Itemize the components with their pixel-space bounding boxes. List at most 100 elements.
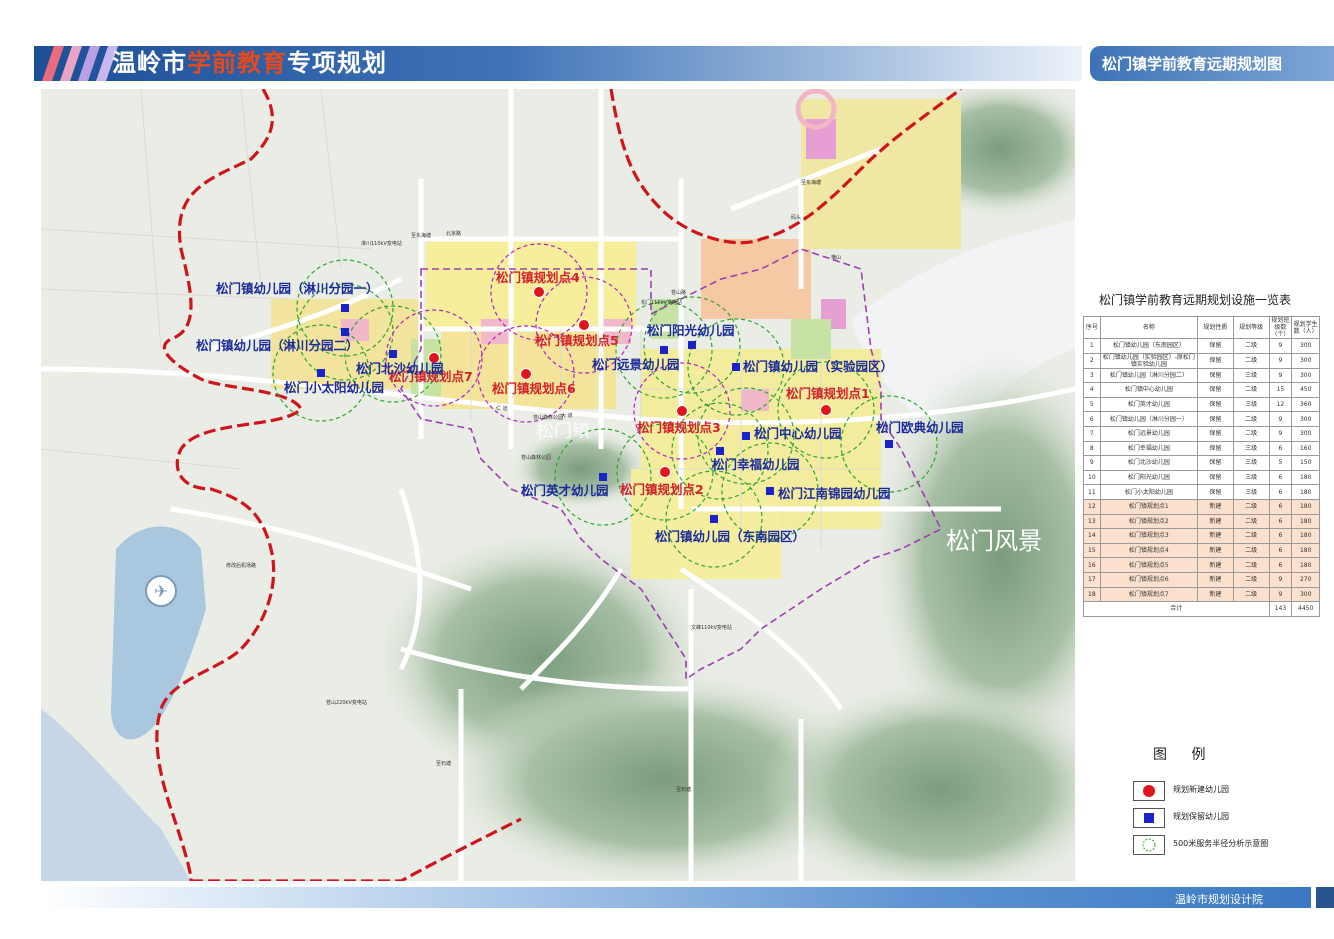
table-cell: 三级 [1232, 440, 1270, 457]
red-circle-icon [1133, 781, 1165, 801]
table-cell: 6 [1268, 484, 1293, 500]
new-kindergarten-marker[interactable] [659, 466, 671, 478]
road-label: 大 道 [561, 412, 573, 419]
kept-kindergarten-marker[interactable] [341, 304, 349, 312]
kept-kindergarten-marker[interactable] [885, 440, 893, 448]
table-cell: 6 [1268, 557, 1293, 573]
table-cell: 松门镇规划点3 [1099, 528, 1199, 544]
table-row: 14 松门镇规划点3 新建 二级 6 180 [1083, 528, 1320, 544]
table-cell: 保留 [1197, 382, 1234, 398]
table-cell: 保留 [1197, 469, 1234, 486]
footer-text: 温岭市规划设计院 [1175, 893, 1263, 906]
kept-kindergarten-marker[interactable] [766, 487, 774, 495]
table-cell: 300 [1291, 338, 1320, 354]
legend-label-radius: 500米服务半径分析示意圈 [1173, 839, 1269, 848]
table-header-row: 序号 名称 规划性质 规划等级 规划班级数（个） 规划学生数（人） [1083, 316, 1320, 339]
total-label: 合计 [1083, 601, 1270, 617]
facility-table: 序号 名称 规划性质 规划等级 规划班级数（个） 规划学生数（人） 1 松门镇幼儿… [1083, 316, 1320, 617]
map-canvas: ✈ 松门镇规划点1 松门镇规划点2 松门镇规划点3 松门镇规划点4 松门镇规划点5 松门镇… [41, 89, 1075, 881]
new-kindergarten-marker[interactable] [520, 368, 532, 380]
table-cell: 二级 [1232, 425, 1270, 442]
new-kindergarten-marker[interactable] [676, 405, 688, 417]
table-cell: 松门镇规划点6 [1099, 571, 1199, 588]
road-label: 苍山森林公园 [533, 414, 563, 421]
kept-kindergarten-label: 松门小太阳幼儿园 [284, 380, 384, 395]
table-cell: 三级 [1232, 484, 1270, 500]
road-label: 苍山森林公园 [521, 454, 551, 461]
table-cell: 6 [1083, 411, 1101, 427]
table-total-row: 合计 143 4450 [1083, 601, 1320, 617]
table-row: 7 松门远景幼儿园 保留 二级 9 300 [1083, 425, 1320, 442]
total-students: 4450 [1291, 601, 1320, 617]
table-cell: 二级 [1232, 352, 1270, 369]
table-cell: 300 [1291, 411, 1320, 427]
new-kindergarten-marker[interactable] [533, 286, 545, 298]
footer-bar: 温岭市规划设计院 [41, 887, 1311, 908]
road-label: 苍山220kV变电站 [326, 699, 367, 706]
road-label: 至东海塘 [411, 232, 431, 239]
table-cell: 二级 [1232, 411, 1270, 427]
kept-kindergarten-marker[interactable] [660, 346, 668, 354]
table-row: 9 松门北沙幼儿园 保留 三级 5 150 [1083, 455, 1320, 471]
table-cell: 180 [1291, 542, 1320, 559]
table-cell: 12 [1268, 396, 1293, 413]
kept-kindergarten-label: 松门江南锦园幼儿园 [778, 486, 891, 501]
kept-kindergarten-marker[interactable] [317, 369, 325, 377]
table-cell: 10 [1083, 469, 1101, 486]
land-use-green-2 [791, 319, 831, 359]
new-kindergarten-marker[interactable] [578, 319, 590, 331]
table-cell: 16 [1083, 557, 1101, 573]
land-use-industrial [701, 239, 811, 319]
table-cell: 二级 [1232, 513, 1270, 530]
table-row: 10 松门阳光幼儿园 保留 三级 6 180 [1083, 469, 1320, 486]
legend-title: 图 例 [1153, 747, 1216, 763]
table-cell: 三级 [1232, 455, 1270, 471]
new-kindergarten-label: 松门镇规划点5 [535, 333, 619, 348]
table-cell: 9 [1268, 338, 1293, 354]
kept-kindergarten-marker[interactable] [716, 447, 724, 455]
kept-kindergarten-marker[interactable] [341, 328, 349, 336]
road-label: 仁 道 [496, 405, 508, 412]
table-cell: 2 [1083, 352, 1101, 369]
kept-kindergarten-marker[interactable] [710, 515, 718, 523]
kept-kindergarten-marker[interactable] [688, 341, 696, 349]
table-cell: 11 [1083, 484, 1101, 500]
legend-label-kept: 规划保留幼儿园 [1173, 812, 1229, 821]
table-cell: 保留 [1197, 440, 1234, 457]
table-cell: 保留 [1197, 484, 1234, 500]
table-cell: 150 [1291, 455, 1320, 471]
table-row: 8 松门幸福幼儿园 保留 三级 6 160 [1083, 440, 1320, 457]
table-cell: 6 [1268, 498, 1293, 515]
table-row: 1 松门镇幼儿园（东南园区） 保留 二级 9 300 [1083, 338, 1320, 354]
table-cell: 三级 [1232, 396, 1270, 413]
kept-kindergarten-label: 松门北沙幼儿园 [356, 361, 444, 376]
kept-kindergarten-marker[interactable] [389, 350, 397, 358]
table-cell: 9 [1268, 352, 1293, 369]
scenic-area-label-faint: 松门镇 [536, 421, 590, 442]
table-row: 6 松门镇幼儿园（淋川分园一） 保留 二级 9 300 [1083, 411, 1320, 427]
table-row: 11 松门小太阳幼儿园 保留 三级 6 180 [1083, 484, 1320, 500]
table-body: 1 松门镇幼儿园（东南园区） 保留 二级 9 300 2 松门镇幼儿园（实验园区）-原松门镇实… [1083, 338, 1320, 617]
table-cell: 保留 [1197, 396, 1234, 413]
table-cell: 二级 [1232, 586, 1270, 603]
road-label: 苍山路 [671, 289, 686, 296]
new-kindergarten-marker[interactable] [820, 404, 832, 416]
table-row: 5 松门英才幼儿园 保留 三级 12 360 [1083, 396, 1320, 413]
table-cell: 6 [1268, 542, 1293, 559]
road-label: 淋川110kV变电站 [361, 240, 402, 247]
kept-kindergarten-marker[interactable] [732, 363, 740, 371]
table-cell: 二级 [1232, 382, 1270, 398]
kept-kindergarten-marker[interactable] [599, 473, 607, 481]
table-cell: 松门阳光幼儿园 [1099, 469, 1199, 486]
header-cell-grade: 规划等级 [1232, 316, 1270, 339]
table-cell: 二级 [1232, 557, 1270, 573]
table-cell: 新建 [1197, 498, 1234, 515]
blue-square-icon [1133, 808, 1165, 828]
table-cell: 9 [1268, 586, 1293, 603]
table-cell: 松门镇规划点1 [1099, 498, 1199, 515]
table-cell: 新建 [1197, 571, 1234, 588]
kept-kindergarten-marker[interactable] [742, 432, 750, 440]
table-cell: 8 [1083, 440, 1101, 457]
table-cell: 二级 [1232, 498, 1270, 515]
new-kindergarten-label: 松门镇规划点3 [637, 420, 721, 435]
